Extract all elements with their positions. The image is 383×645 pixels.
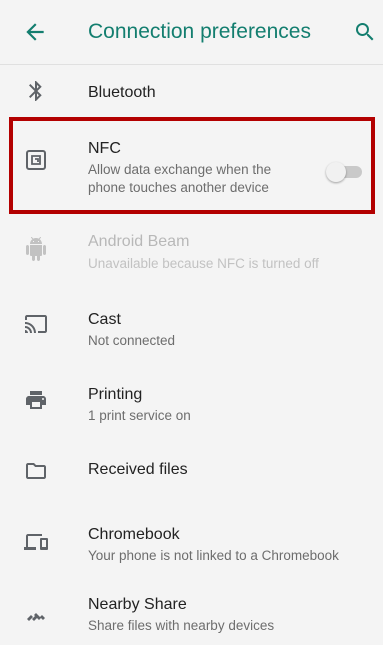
list-item-received-files[interactable]: Received files	[0, 438, 383, 502]
android-icon	[26, 237, 46, 261]
highlight-box	[9, 117, 375, 214]
page-title: Connection preferences	[88, 20, 311, 43]
list-item-chromebook[interactable]: Chromebook Your phone is not linked to a…	[0, 502, 383, 580]
arrow-back-icon[interactable]	[22, 19, 48, 45]
item-description: Your phone is not linked to a Chromebook	[88, 548, 339, 563]
item-label: Cast	[88, 311, 121, 328]
item-label: Nearby Share	[88, 596, 187, 613]
item-description: 1 print service on	[88, 408, 191, 423]
app-bar: Connection preferences	[0, 0, 383, 64]
list-item-bluetooth[interactable]: Bluetooth	[0, 65, 383, 117]
folder-icon	[26, 463, 46, 479]
item-description: Unavailable because NFC is turned off	[88, 256, 319, 271]
cast-icon	[25, 315, 47, 333]
bluetooth-icon	[29, 81, 42, 101]
list-item-android-beam: Android Beam Unavailable because NFC is …	[0, 214, 383, 284]
item-description: Not connected	[88, 333, 176, 348]
chromebook-icon	[24, 534, 48, 550]
item-label: Printing	[88, 386, 143, 403]
list-item-printing[interactable]: Printing 1 print service on	[0, 358, 383, 438]
item-label: Chromebook	[88, 526, 180, 543]
item-description: Share files with nearby devices	[88, 618, 275, 633]
printer-icon	[26, 391, 46, 409]
item-label: Android Beam	[88, 233, 190, 250]
item-label: Bluetooth	[88, 84, 156, 101]
list-item-cast[interactable]: Cast Not connected	[0, 284, 383, 358]
nearby-share-icon	[27, 613, 45, 621]
search-icon[interactable]	[353, 20, 377, 44]
item-label: Received files	[88, 461, 188, 478]
list-item-nearby-share[interactable]: Nearby Share Share files with nearby dev…	[0, 580, 383, 645]
